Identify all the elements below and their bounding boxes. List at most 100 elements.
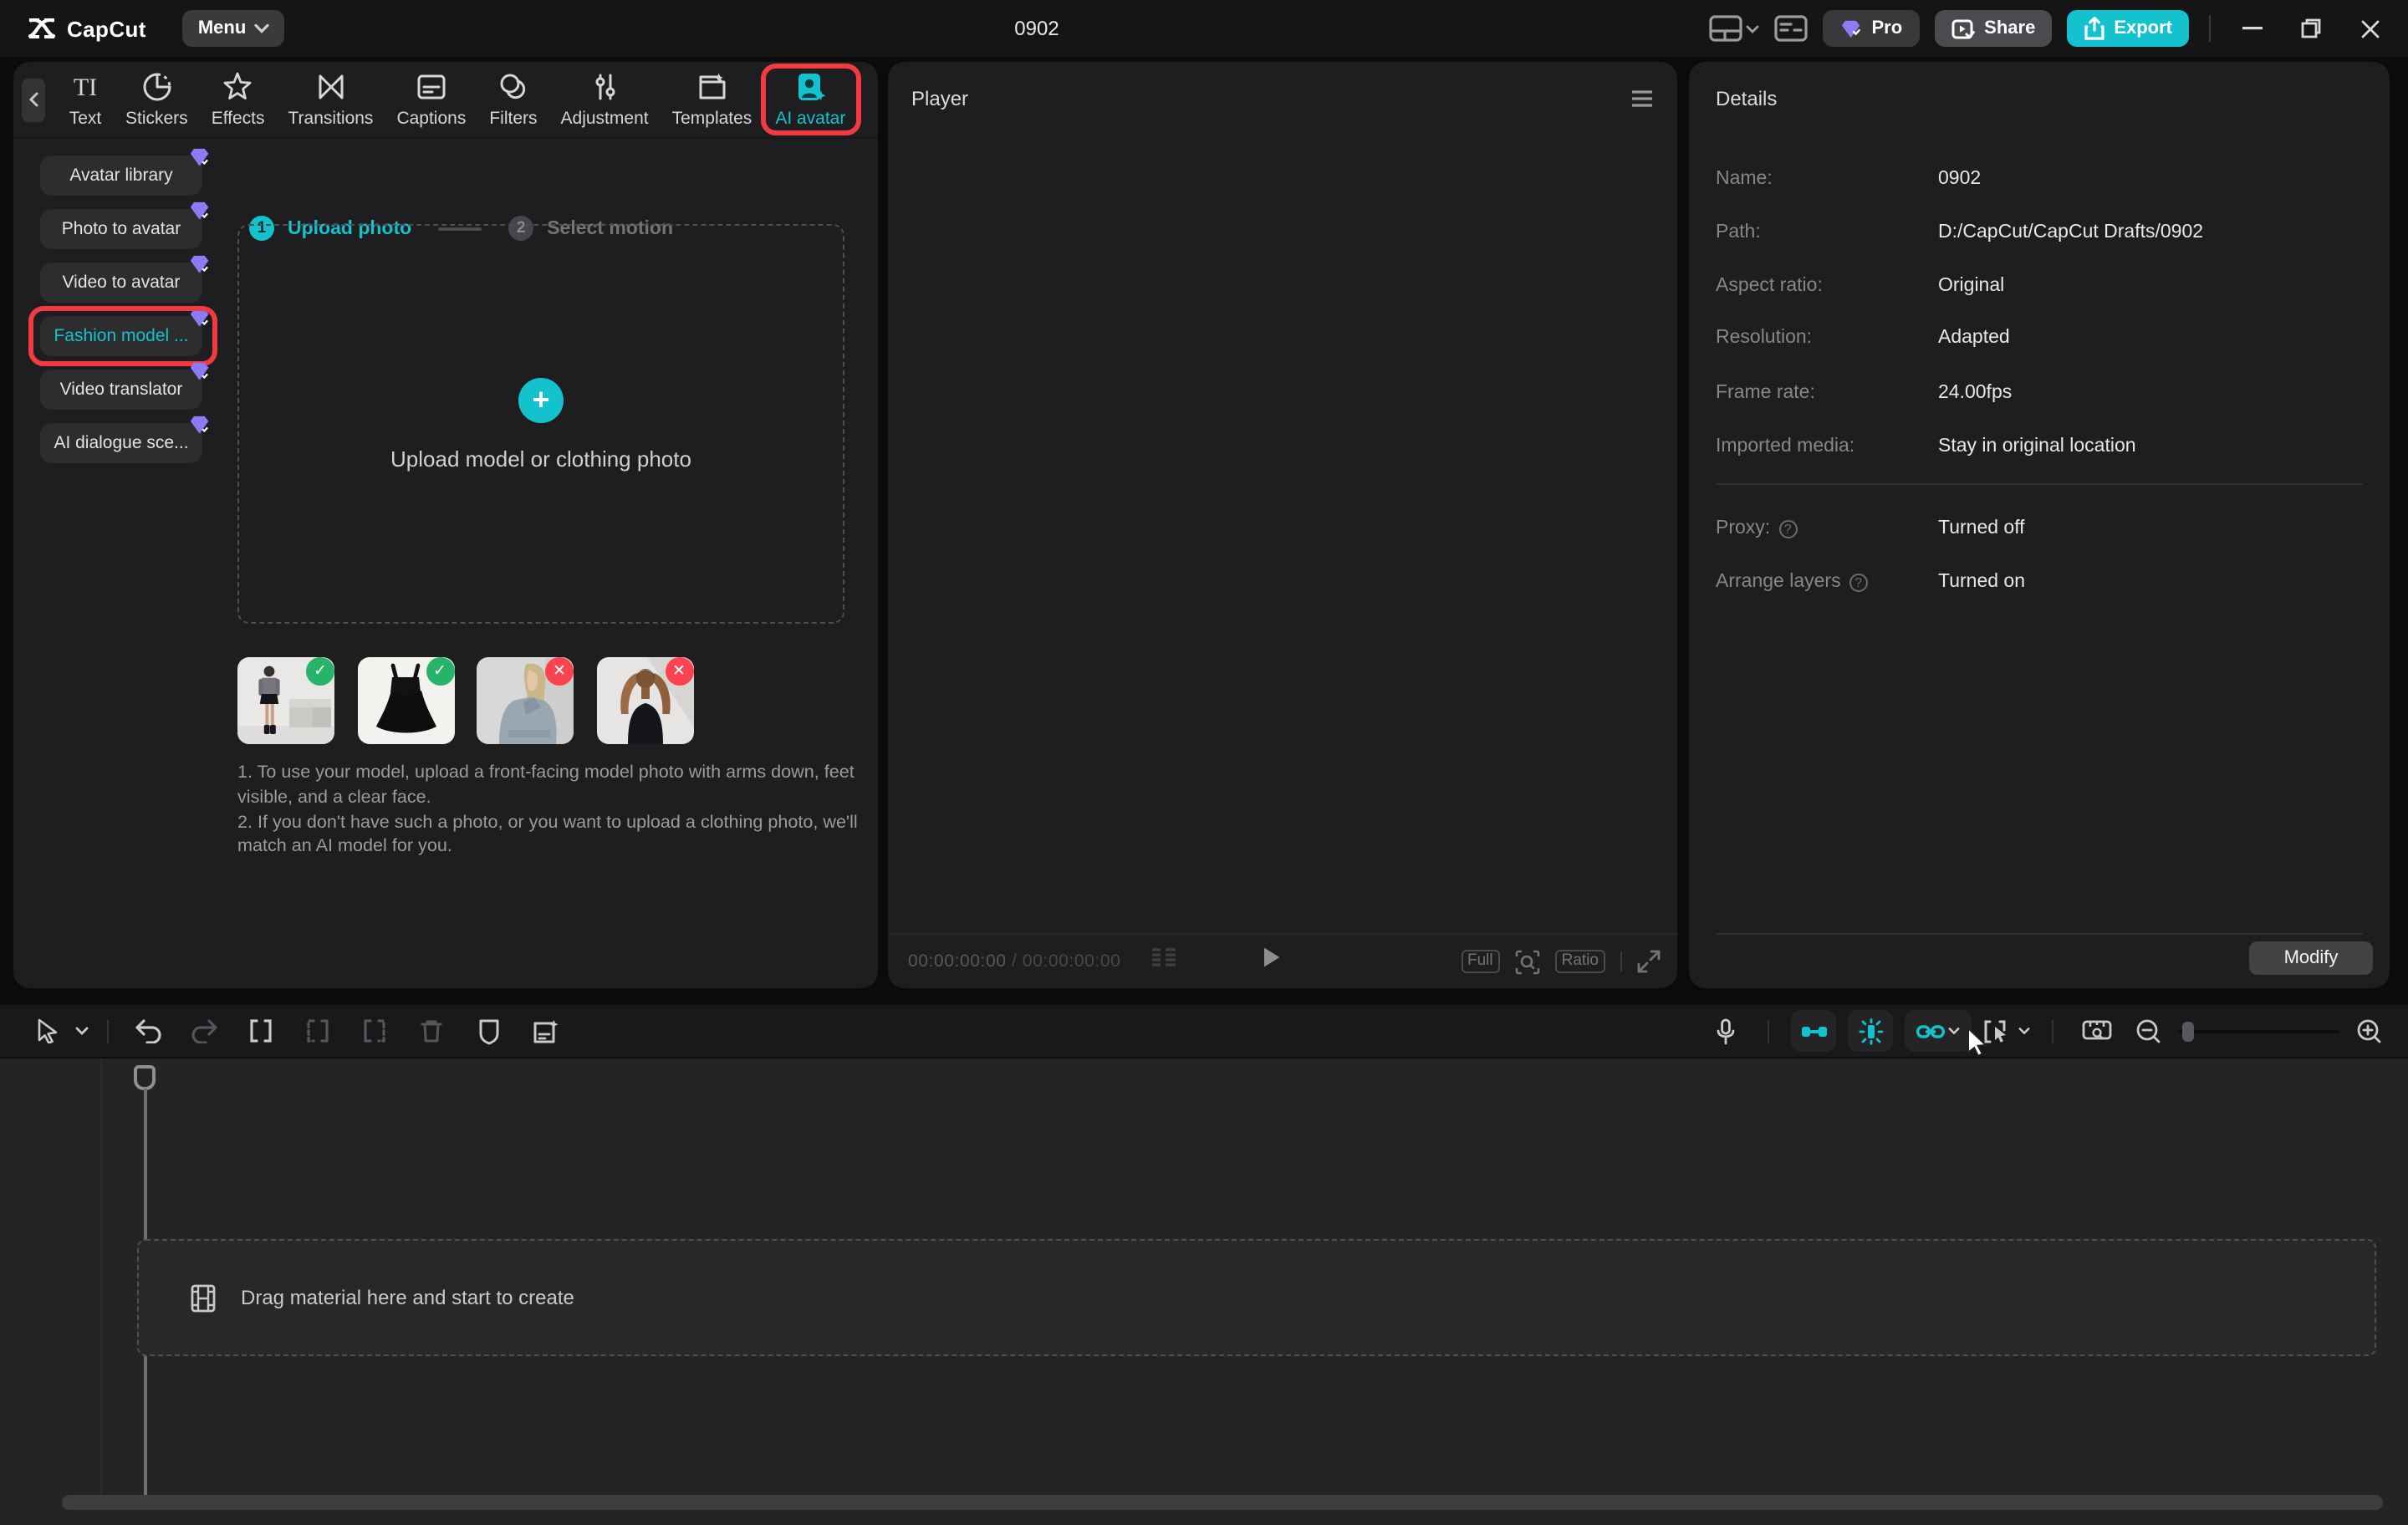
delete-right-button[interactable]: [346, 1018, 403, 1043]
capcut-logo-text: CapCut: [67, 16, 146, 41]
capcut-logo-icon: [28, 17, 55, 40]
pro-badge[interactable]: Pro: [1823, 10, 1919, 47]
redo-button[interactable]: [176, 1018, 232, 1043]
help-icon[interactable]: ?: [1778, 519, 1797, 538]
upload-dropzone-text: Upload model or clothing photo: [390, 446, 691, 471]
upload-dropzone[interactable]: + Upload model or clothing photo: [237, 224, 844, 624]
delete-button[interactable]: [403, 1018, 460, 1043]
player-menu-icon[interactable]: [1630, 90, 1654, 107]
auto-snapping-toggle[interactable]: [1848, 1010, 1893, 1052]
tab-stickers[interactable]: Stickers: [114, 62, 200, 138]
player-title: Player: [911, 87, 968, 110]
selection-follow-button[interactable]: [1983, 1018, 2030, 1044]
fullscreen-expand-button[interactable]: [1637, 950, 1661, 973]
microphone-icon: [1716, 1018, 1736, 1044]
adjustment-icon: [588, 70, 621, 104]
play-button[interactable]: [1263, 946, 1281, 977]
collapse-panel-button[interactable]: [22, 78, 45, 121]
tab-ai-avatar[interactable]: AI avatar: [763, 62, 857, 138]
full-screen-mode-button[interactable]: Full: [1461, 950, 1500, 974]
timeline-horizontal-scrollbar[interactable]: [62, 1495, 2383, 1510]
thumbnail-black-dress[interactable]: ✓: [357, 657, 454, 744]
cursor-icon: [36, 1018, 58, 1043]
frame-preview-icon[interactable]: [1150, 946, 1177, 977]
text-icon: TI: [69, 70, 102, 104]
help-icon[interactable]: ?: [1849, 573, 1868, 591]
zoom-in-button[interactable]: [2351, 1018, 2388, 1044]
tab-adjustment[interactable]: Adjustment: [549, 62, 661, 138]
avatar-sidebar: Avatar library Photo to avatar Video to …: [27, 156, 211, 477]
pro-label: Pro: [1871, 18, 1902, 38]
detail-value-frame-rate: 24.00fps: [1938, 383, 2012, 403]
select-tool-dropdown[interactable]: [67, 1027, 97, 1035]
timecode-current: 00:00:00:00: [908, 951, 1007, 972]
timeline-dropzone[interactable]: Drag material here and start to create: [137, 1239, 2376, 1356]
tab-captions[interactable]: Captions: [385, 62, 477, 138]
instruction-line-2: 2. If you don't have such a photo, or yo…: [237, 810, 860, 859]
magnetic-snap-toggle[interactable]: [1791, 1010, 1836, 1052]
zoom-slider-handle[interactable]: [2182, 1021, 2194, 1041]
sidebar-item-avatar-library[interactable]: Avatar library: [40, 156, 202, 196]
tab-text[interactable]: TI Text: [57, 62, 114, 138]
sidebar-item-fashion-model[interactable]: Fashion model ...: [40, 316, 202, 356]
timeline-area[interactable]: Drag material here and start to create: [0, 1057, 2408, 1525]
transitions-icon: [314, 70, 347, 104]
share-label: Share: [1984, 18, 2035, 38]
upload-plus-button[interactable]: +: [518, 377, 564, 422]
detail-label-resolution: Resolution:: [1716, 328, 1938, 348]
thumbnail-model-standing[interactable]: ✓: [237, 657, 334, 744]
link-preview-toggle[interactable]: [1905, 1010, 1972, 1052]
templates-icon: [695, 70, 728, 104]
close-icon: [2360, 19, 2379, 38]
chevron-left-icon: [28, 92, 38, 107]
thumbnail-model-arms-up[interactable]: ✕: [596, 657, 693, 744]
details-panel: Details Name:0902 Path:D:/CapCut/CapCut …: [1689, 62, 2390, 988]
select-tool-button[interactable]: [27, 1018, 67, 1043]
sidebar-item-video-to-avatar[interactable]: Video to avatar: [40, 263, 202, 303]
status-badge: ✕: [665, 657, 693, 686]
layout-select-button[interactable]: [1709, 15, 1759, 42]
timecode-separator: /: [1007, 951, 1023, 972]
pro-gem-icon: [189, 308, 211, 334]
modify-button[interactable]: Modify: [2249, 941, 2373, 975]
timeline-zoom-slider[interactable]: [2179, 1029, 2339, 1033]
minimize-button[interactable]: [2231, 10, 2274, 47]
mask-button[interactable]: [460, 1018, 517, 1044]
zoom-out-button[interactable]: [2130, 1018, 2167, 1044]
chevron-down-icon: [2018, 1027, 2030, 1035]
split-delete-left-icon: [304, 1018, 331, 1043]
tab-templates[interactable]: Templates: [661, 62, 764, 138]
ai-avatar-icon: [793, 70, 827, 104]
split-button[interactable]: [232, 1018, 289, 1043]
sidebar-item-video-translator[interactable]: Video translator: [40, 370, 202, 410]
menu-button[interactable]: Menu: [183, 10, 284, 47]
thumbnail-model-cropped[interactable]: ✕: [477, 657, 574, 744]
tab-effects[interactable]: Effects: [200, 62, 277, 138]
timeline-gutter-divider: [100, 1058, 102, 1508]
record-voiceover-button[interactable]: [1706, 1018, 1746, 1044]
share-button[interactable]: Share: [1934, 10, 2052, 47]
playhead-handle[interactable]: [134, 1065, 156, 1090]
sticker-icon: [140, 70, 173, 104]
delete-left-button[interactable]: [289, 1018, 346, 1043]
tab-filters[interactable]: Filters: [477, 62, 548, 138]
sidebar-item-label: Fashion model ...: [54, 326, 188, 346]
export-button[interactable]: Export: [2067, 10, 2189, 47]
undo-button[interactable]: [119, 1018, 176, 1043]
ratio-button[interactable]: Ratio: [1555, 950, 1605, 974]
sidebar-item-photo-to-avatar[interactable]: Photo to avatar: [40, 209, 202, 249]
timeline-preview-button[interactable]: [2075, 1018, 2119, 1043]
maximize-button[interactable]: [2289, 10, 2333, 47]
chevron-down-icon: [254, 23, 269, 33]
capcut-logo: CapCut: [28, 16, 146, 41]
timeline-toolbar: [0, 1005, 2408, 1057]
tab-transitions[interactable]: Transitions: [277, 62, 385, 138]
panel-layout-button[interactable]: [1774, 15, 1808, 42]
extract-audio-button[interactable]: [517, 1018, 574, 1044]
tab-label: AI avatar: [775, 109, 845, 129]
close-button[interactable]: [2348, 10, 2391, 47]
sidebar-item-label: Video translator: [60, 380, 183, 400]
sidebar-item-ai-dialogue-scene[interactable]: AI dialogue sce...: [40, 423, 202, 463]
sidebar-item-label: Avatar library: [69, 166, 172, 186]
preview-zoom-button[interactable]: [1515, 949, 1540, 974]
